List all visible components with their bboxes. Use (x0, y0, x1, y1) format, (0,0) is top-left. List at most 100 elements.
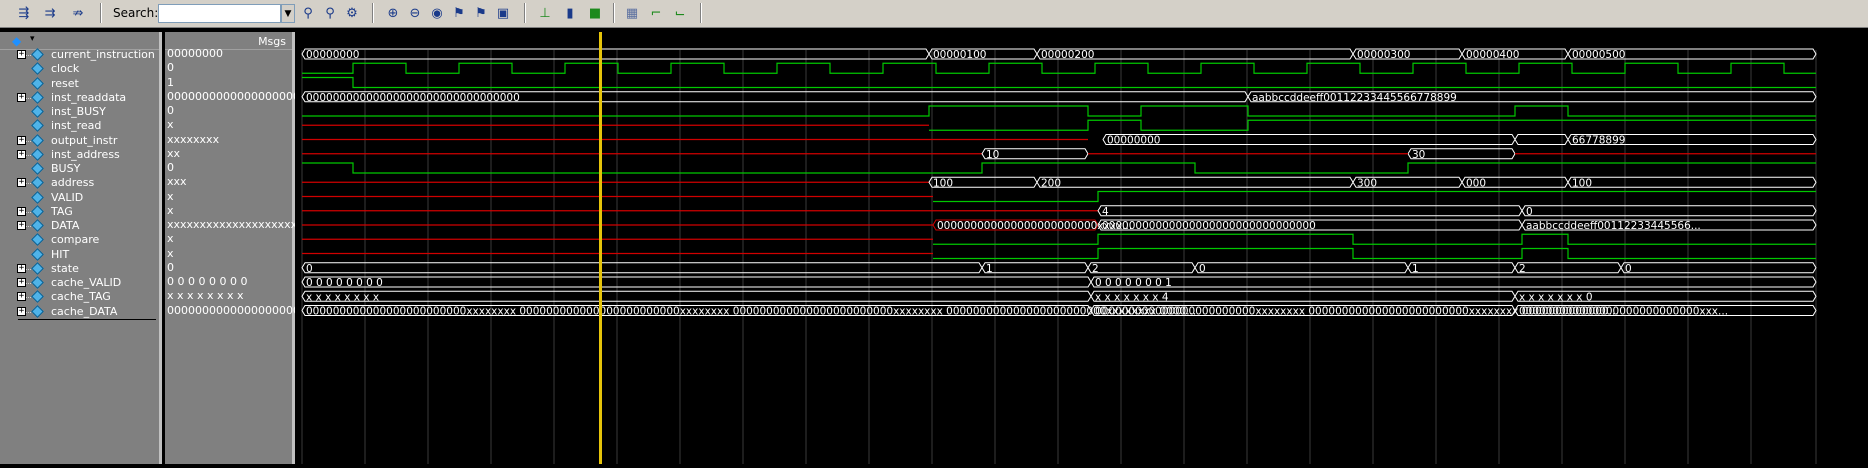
signal-icon (31, 290, 44, 304)
edge-fall-icon[interactable]: ⌙ (670, 3, 690, 23)
wave-current-instruction-label: 00000500 (1572, 49, 1625, 61)
zoom-fit-icon[interactable]: ◉ (427, 3, 447, 23)
wave-compare (933, 233, 1816, 245)
wave-state-label: 2 (1519, 263, 1526, 275)
wave-state-segment (301, 262, 983, 274)
wave-state-segment (1620, 262, 1817, 274)
step-out-icon[interactable]: ⇉ (40, 3, 60, 23)
expand-icon[interactable]: + (17, 149, 26, 159)
wave-options-icon[interactable]: ◆ (12, 34, 28, 48)
wave-cache-tag-label: x x x x x x x 4 (1095, 291, 1169, 303)
expand-icon[interactable]: + (17, 92, 26, 102)
wave-state-label: 1 (986, 263, 993, 275)
expand-icon[interactable]: + (17, 263, 26, 273)
zoom-cursor-icon[interactable]: ⚑ (449, 3, 469, 23)
signal-icon (31, 261, 44, 275)
signal-icon (31, 304, 44, 318)
signal-name-label: inst_readdata (51, 90, 127, 104)
find-prev-icon[interactable]: ⚲ (298, 3, 318, 23)
signal-name-label: cache_VALID (51, 276, 122, 289)
wave-address-label: 100 (933, 177, 953, 189)
signal-icon (31, 276, 44, 289)
wave-address-label: 200 (1041, 177, 1061, 189)
expand-icon[interactable]: + (17, 278, 26, 287)
signal-icon (31, 62, 44, 76)
wave-inst-busy (302, 105, 1816, 117)
grid-icon[interactable]: ▦ (622, 3, 642, 23)
signal-name-label: HIT (51, 247, 70, 261)
toolbar: ⇶ ⇉ ⇏ Search: ▼ ⚲ ⚲ ⚙ ⊕ ⊖ ◉ ⚑ ⚑ ▣ ⊥ ▮ ■ … (0, 0, 1868, 28)
expand-icon[interactable]: + (17, 206, 26, 216)
expand-icon[interactable]: + (17, 306, 26, 316)
wave-address-label: 000 (1466, 177, 1486, 189)
zoom-out-icon[interactable]: ⊖ (405, 3, 425, 23)
signal-icon (31, 147, 44, 161)
fill-icon[interactable]: ■ (585, 3, 605, 23)
wave-cache-tag-label: x x x x x x x x (306, 291, 379, 303)
signal-icon (31, 76, 44, 90)
wave-output-instr-label: 66778899 (1572, 135, 1625, 147)
signal-name-label: TAG (51, 204, 73, 218)
find-options-icon[interactable]: ⚙ (342, 3, 362, 23)
search-dropdown-button[interactable]: ▼ (281, 4, 295, 23)
wave-tag-segment (1521, 205, 1817, 217)
signal-name-label: cache_DATA (51, 304, 118, 318)
search-input[interactable] (158, 4, 281, 23)
wave-state-label: 2 (1092, 263, 1099, 275)
signal-icon (31, 190, 44, 204)
expand-icon[interactable]: + (17, 292, 26, 302)
wave-valid (933, 190, 1816, 203)
waveform-canvas[interactable]: 00000000 00000100 00000200 00000300 00000400… (298, 32, 1868, 464)
expand-icon[interactable]: + (17, 221, 26, 230)
wave-cache-valid-label: 0 0 0 0 0 0 0 1 (1095, 277, 1172, 289)
signal-icon (31, 247, 44, 261)
signal-name-label: inst_address (51, 147, 120, 161)
wave-current-instruction-segment (301, 48, 930, 60)
selection-underline (18, 318, 156, 320)
signal-icon (31, 219, 44, 232)
step-in-icon[interactable]: ⇶ (14, 3, 34, 23)
expand-icon[interactable]: + (17, 135, 26, 145)
chevron-down-icon[interactable]: ▾ (30, 34, 35, 44)
wave-current-instruction-label: 00000200 (1041, 49, 1094, 61)
wave-cache-data-label: 000000000000000000000000xxxxxxxx 0000000… (306, 306, 1196, 318)
signal-icon (31, 90, 44, 104)
signal-icon (31, 105, 44, 118)
time-cursor[interactable] (599, 32, 602, 464)
wave-cache-tag-segment (301, 290, 1092, 302)
wave-current-instruction-label: 00000300 (1357, 49, 1410, 61)
signal-name-label: output_instr (51, 133, 118, 147)
zoom-mark-icon[interactable]: ⚑ (471, 3, 491, 23)
bookmark-icon[interactable]: ▮ (560, 3, 580, 23)
wave-output-instr-segment (1514, 134, 1569, 145)
wave-data-label: 00000000000000000000000000000000 (1102, 220, 1316, 232)
signal-name-label: inst_BUSY (51, 105, 106, 118)
wave-cache-valid-segment (301, 276, 1092, 288)
signal-name-label: current_instruction (51, 48, 155, 61)
waveform-pane[interactable]: 00000000 00000100 00000200 00000300 00000400… (298, 32, 1868, 464)
expand-icon[interactable]: + (17, 178, 26, 188)
wave-cache-data-label: 000000000000000000000000000xxx... (1519, 306, 1728, 318)
edge-rise-icon[interactable]: ⌐ (646, 3, 666, 23)
wave-inst-readdata-label: 00000000000000000000000000000000 (306, 92, 520, 104)
wave-current-instruction-label: 00000000 (306, 49, 359, 61)
expand-icon[interactable]: + (17, 50, 26, 59)
wave-inst-readdata-label: aabbccddeeff00112233445566778899 (1252, 92, 1457, 104)
wave-tag-label: 0 (1526, 206, 1533, 218)
wave-address-label: 100 (1572, 177, 1592, 189)
signal-name-label: state (51, 261, 79, 275)
signal-name-label: reset (51, 76, 79, 90)
signal-icon (31, 233, 44, 247)
wave-output-instr-label: 00000000 (1107, 135, 1160, 147)
wave-output-instr-segment (1102, 134, 1516, 145)
signal-icon (31, 176, 44, 190)
cursor-mode-icon[interactable]: ⊥ (535, 3, 555, 23)
zoom-region-icon[interactable]: ▣ (493, 3, 513, 23)
wave-address-segment (1036, 176, 1354, 188)
zoom-in-icon[interactable]: ⊕ (383, 3, 403, 23)
wave-address-label: 300 (1357, 177, 1377, 189)
wave-state-label: 0 (306, 263, 313, 275)
find-next-icon[interactable]: ⚲ (320, 3, 340, 23)
signal-name-label: inst_read (51, 119, 102, 133)
step-over-icon[interactable]: ⇏ (68, 3, 88, 23)
